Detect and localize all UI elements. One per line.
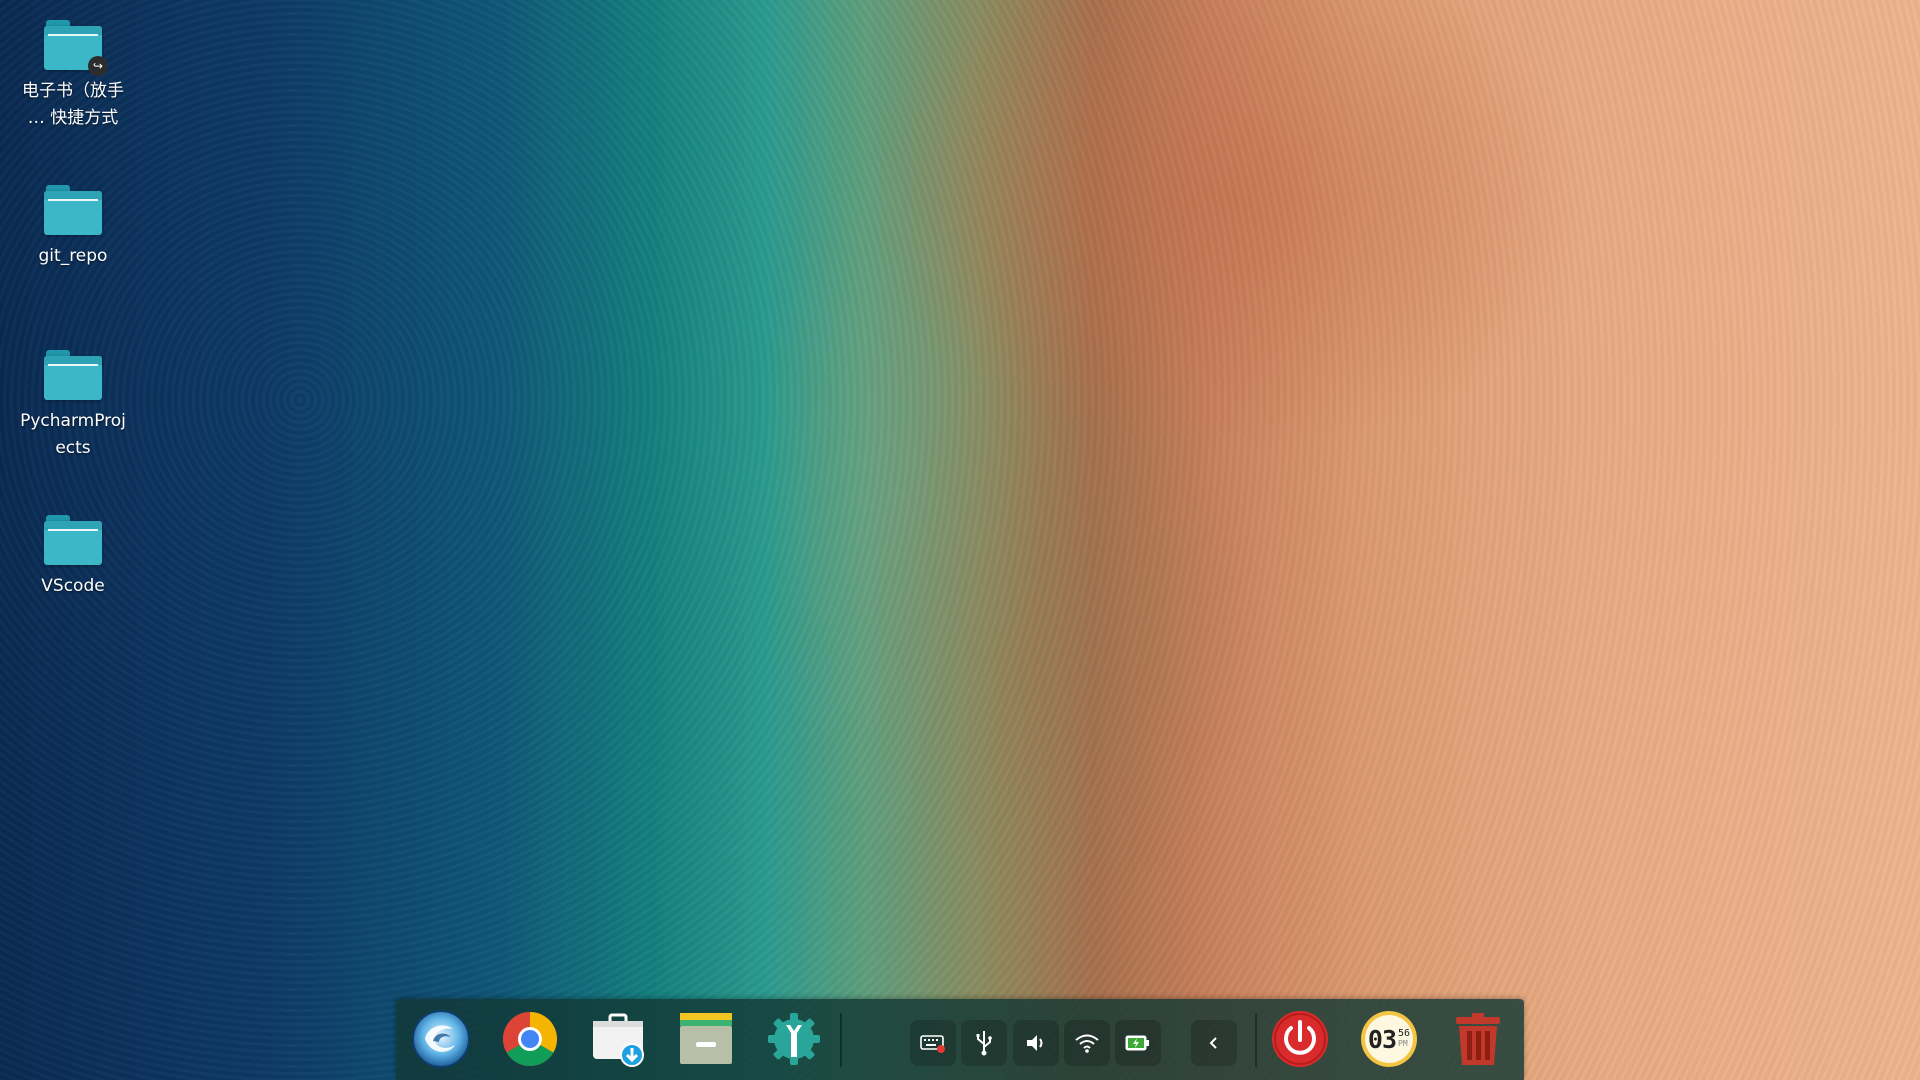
wifi-tray-button[interactable] xyxy=(1064,1020,1110,1066)
keyboard-tray-button[interactable] xyxy=(910,1020,956,1066)
dock: 03 56 PM xyxy=(396,999,1524,1080)
desktop-icon-label: PycharmProj ects xyxy=(20,411,126,458)
desktop-icon-label: VScode xyxy=(41,576,105,596)
battery-tray-button[interactable] xyxy=(1115,1020,1161,1066)
chevron-left-icon xyxy=(1209,1037,1217,1049)
launcher-button[interactable] xyxy=(411,1009,471,1069)
clock-period: PM xyxy=(1398,1039,1408,1048)
settings-icon xyxy=(768,1013,820,1065)
desktop-icon-label: 电子书（放手 … 快捷方式 xyxy=(22,81,124,128)
folder-icon xyxy=(44,185,102,235)
usb-tray-button[interactable] xyxy=(961,1020,1007,1066)
dock-separator xyxy=(1255,1013,1257,1067)
power-button[interactable] xyxy=(1270,1009,1330,1069)
desktop-icon-git-repo[interactable]: git_repo xyxy=(6,185,140,270)
clock-face: 03 56 PM xyxy=(1359,1009,1419,1069)
folder-shortcut-icon: ↪ xyxy=(44,20,108,76)
volume-icon xyxy=(1027,1035,1043,1051)
folder-icon xyxy=(44,515,102,565)
desktop-icon-vscode[interactable]: VScode xyxy=(6,515,140,600)
clock-hour: 03 xyxy=(1367,1024,1397,1054)
desktop-icon-pycharm-projects[interactable]: PycharmProj ects xyxy=(6,350,140,462)
chrome-icon xyxy=(502,1012,558,1067)
trash-button[interactable] xyxy=(1448,1009,1508,1069)
tray-collapse-button[interactable] xyxy=(1191,1020,1237,1066)
folder-icon xyxy=(44,350,102,400)
trash-icon xyxy=(1456,1013,1500,1065)
keyboard-icon xyxy=(920,1035,945,1053)
file-manager-button[interactable] xyxy=(676,1009,736,1069)
battery-icon xyxy=(1125,1035,1149,1051)
clock-minute: 56 xyxy=(1398,1028,1411,1039)
desktop-icon-ebook-shortcut[interactable]: ↪ 电子书（放手 … 快捷方式 xyxy=(6,20,140,132)
desktop: ↪ 电子书（放手 … 快捷方式 git_repo PycharmProj ect… xyxy=(0,0,1920,1080)
clock-button[interactable]: 03 56 PM xyxy=(1359,1009,1419,1069)
deepin-launcher-icon xyxy=(412,1010,470,1068)
desktop-icon-label: git_repo xyxy=(38,246,108,266)
app-store-icon xyxy=(593,1013,644,1067)
settings-button[interactable] xyxy=(764,1009,824,1069)
dock-separator xyxy=(840,1013,842,1067)
chrome-button[interactable] xyxy=(500,1009,560,1069)
shortcut-arrow-icon: ↪ xyxy=(88,56,108,76)
wifi-icon xyxy=(1075,1034,1099,1053)
power-icon xyxy=(1272,1011,1328,1067)
volume-tray-button[interactable] xyxy=(1013,1020,1059,1066)
usb-icon xyxy=(976,1031,992,1056)
app-store-button[interactable] xyxy=(588,1009,648,1069)
file-manager-icon xyxy=(680,1013,732,1064)
